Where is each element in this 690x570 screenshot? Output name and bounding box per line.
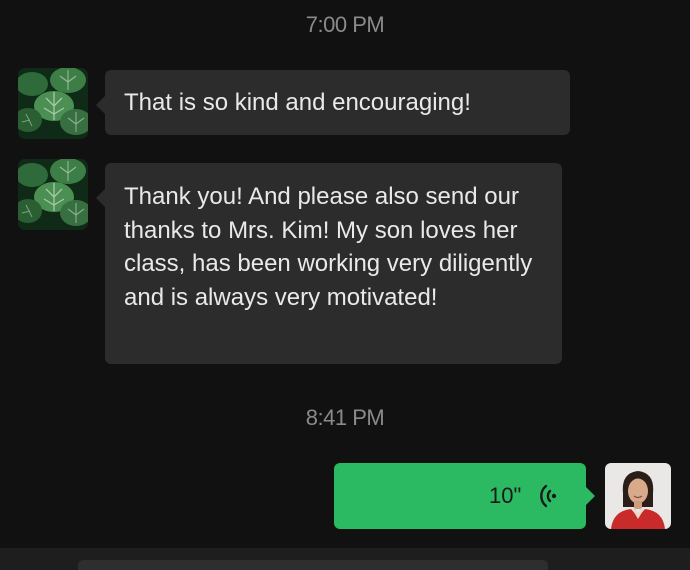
voice-message-bubble[interactable]: 10" — [334, 463, 595, 529]
profile-photo-avatar-image — [605, 463, 671, 529]
timestamp: 7:00 PM — [305, 12, 385, 37]
voice-duration: 10" — [489, 483, 522, 508]
monstera-leaves-avatar-image — [18, 68, 88, 139]
voice-wave-icon — [540, 484, 557, 508]
message-text: That is so kind and encouraging! — [124, 89, 471, 116]
incoming-message-bubble[interactable]: That is so kind and encouraging! — [96, 70, 570, 135]
message-input-edge[interactable] — [78, 560, 548, 570]
monstera-leaves-avatar-image — [18, 159, 88, 230]
contact-avatar[interactable] — [18, 68, 88, 139]
message-text: Thank you! And please also send our than… — [124, 183, 533, 311]
my-avatar[interactable] — [605, 463, 671, 529]
incoming-message-bubble[interactable]: Thank you! And please also send our than… — [96, 163, 562, 364]
contact-avatar[interactable] — [18, 159, 88, 230]
timestamp: 8:41 PM — [305, 405, 385, 430]
